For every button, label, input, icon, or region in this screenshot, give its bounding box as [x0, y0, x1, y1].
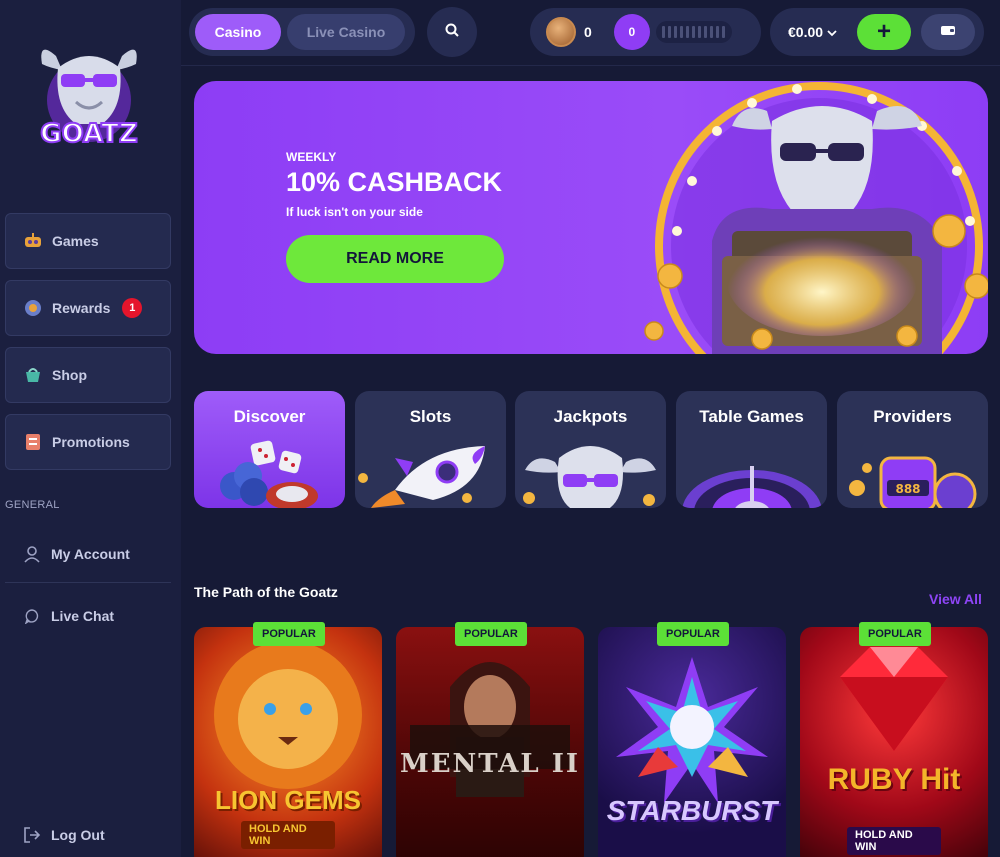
level-progress-bar	[655, 21, 732, 43]
games-icon	[24, 232, 42, 250]
search-icon	[445, 23, 459, 42]
category-table-games-label: Table Games	[699, 407, 804, 426]
cashback-banner[interactable]: WEEKLY 10% CASHBACK If luck isn't on you…	[194, 81, 988, 354]
category-jackpots-label: Jackpots	[553, 407, 628, 426]
banner-subtitle: If luck isn't on your side	[286, 205, 423, 219]
coins-widget[interactable]: 0 0	[530, 8, 761, 56]
wallet-widget: €0.00 +	[770, 8, 984, 56]
app: GOATZ Games Rewards 1 Shop Promotions GE…	[0, 0, 1000, 857]
promotions-icon	[24, 433, 42, 451]
category-slots[interactable]: Slots	[355, 391, 506, 508]
sidebar-divider	[5, 582, 171, 583]
rewards-icon	[24, 299, 42, 317]
balance-amount: €0.00	[788, 24, 824, 40]
nav-games-label: Games	[52, 233, 99, 249]
wallet-button[interactable]	[921, 14, 976, 50]
chevron-down-icon	[827, 24, 837, 40]
level-badge: 0	[613, 14, 650, 50]
popular-badge: POPULAR	[455, 622, 527, 646]
category-jackpots[interactable]: Jackpots	[515, 391, 666, 508]
game-title: RUBY Hit	[827, 763, 961, 796]
search-button[interactable]	[427, 7, 477, 57]
logo-text: GOATZ	[40, 119, 137, 149]
nav-rewards-label: Rewards	[52, 300, 111, 316]
logout-icon	[22, 825, 42, 845]
sidebar: GOATZ Games Rewards 1 Shop Promotions GE…	[0, 0, 181, 857]
tab-casino[interactable]: Casino	[195, 14, 281, 50]
goatz-logo[interactable]: GOATZ	[28, 38, 150, 158]
coin-icon	[546, 17, 576, 47]
deposit-button[interactable]: +	[857, 14, 912, 50]
log-out-label: Log Out	[51, 827, 105, 843]
category-slots-label: Slots	[409, 407, 452, 426]
game-title: STARBURST	[606, 795, 778, 826]
nav-promotions-label: Promotions	[52, 434, 130, 450]
game-title: MENTAL II	[399, 749, 581, 779]
top-bar: Casino Live Casino 0 0 €0.00 +	[181, 0, 1000, 66]
casino-tabs: Casino Live Casino	[189, 8, 415, 56]
game-card-starburst[interactable]: STARBURST	[598, 627, 786, 857]
game-subtitle: HOLD AND WIN	[241, 821, 335, 849]
game-subtitle: HOLD AND WIN	[847, 827, 941, 855]
chat-icon	[22, 606, 42, 626]
popular-badge: POPULAR	[253, 622, 325, 646]
view-all-link[interactable]: View All	[929, 591, 982, 607]
live-chat-label: Live Chat	[51, 608, 115, 624]
banner-headline: 10% CASHBACK	[286, 167, 503, 197]
nav-shop-button[interactable]: Shop	[5, 347, 171, 403]
tab-live-casino[interactable]: Live Casino	[287, 14, 405, 50]
popular-badge: POPULAR	[859, 622, 931, 646]
game-card-lion-gems[interactable]: LION GEMS HOLD AND WIN	[194, 627, 382, 857]
rewards-badge: 1	[122, 298, 143, 318]
category-discover-label: Discover	[233, 407, 306, 426]
balance-dropdown[interactable]: €0.00	[788, 24, 837, 40]
goat-treasure-illustration	[644, 82, 988, 354]
popular-badge: POPULAR	[657, 622, 729, 646]
mental-artwork	[410, 662, 570, 797]
path-section-title: The Path of the Goatz	[194, 584, 338, 600]
game-card-mental-ii[interactable]: MENTAL II	[396, 627, 584, 857]
nav-promotions-button[interactable]: Promotions	[5, 414, 171, 470]
wallet-icon	[940, 23, 956, 41]
category-providers[interactable]: Providers 888	[837, 391, 988, 508]
coin-count: 0	[584, 24, 592, 40]
shop-icon	[24, 366, 42, 384]
svg-text:888: 888	[895, 482, 920, 496]
log-out-link[interactable]: Log Out	[22, 825, 105, 845]
goat-icon	[523, 446, 656, 508]
rocket-icon	[358, 446, 485, 508]
my-account-label: My Account	[51, 546, 130, 562]
nav-games-button[interactable]: Games	[5, 213, 171, 269]
general-section-label: GENERAL	[5, 499, 60, 511]
game-title: LION GEMS	[215, 785, 361, 815]
category-discover[interactable]: Discover	[194, 391, 345, 508]
game-card-ruby-hit[interactable]: RUBY Hit HOLD AND WIN	[800, 627, 988, 857]
ruby-artwork	[840, 647, 948, 751]
my-account-link[interactable]: My Account	[22, 544, 130, 564]
nav-rewards-button[interactable]: Rewards 1	[5, 280, 171, 336]
user-icon	[22, 544, 42, 564]
slot-machine-icon: 888	[849, 456, 977, 508]
roulette-icon	[682, 466, 822, 508]
category-providers-label: Providers	[873, 407, 952, 426]
read-more-button[interactable]: READ MORE	[286, 235, 504, 283]
dice-icon	[220, 440, 318, 508]
banner-kicker: WEEKLY	[286, 150, 337, 164]
nav-shop-label: Shop	[52, 367, 87, 383]
category-table-games[interactable]: Table Games	[676, 391, 827, 508]
live-chat-link[interactable]: Live Chat	[22, 606, 114, 626]
